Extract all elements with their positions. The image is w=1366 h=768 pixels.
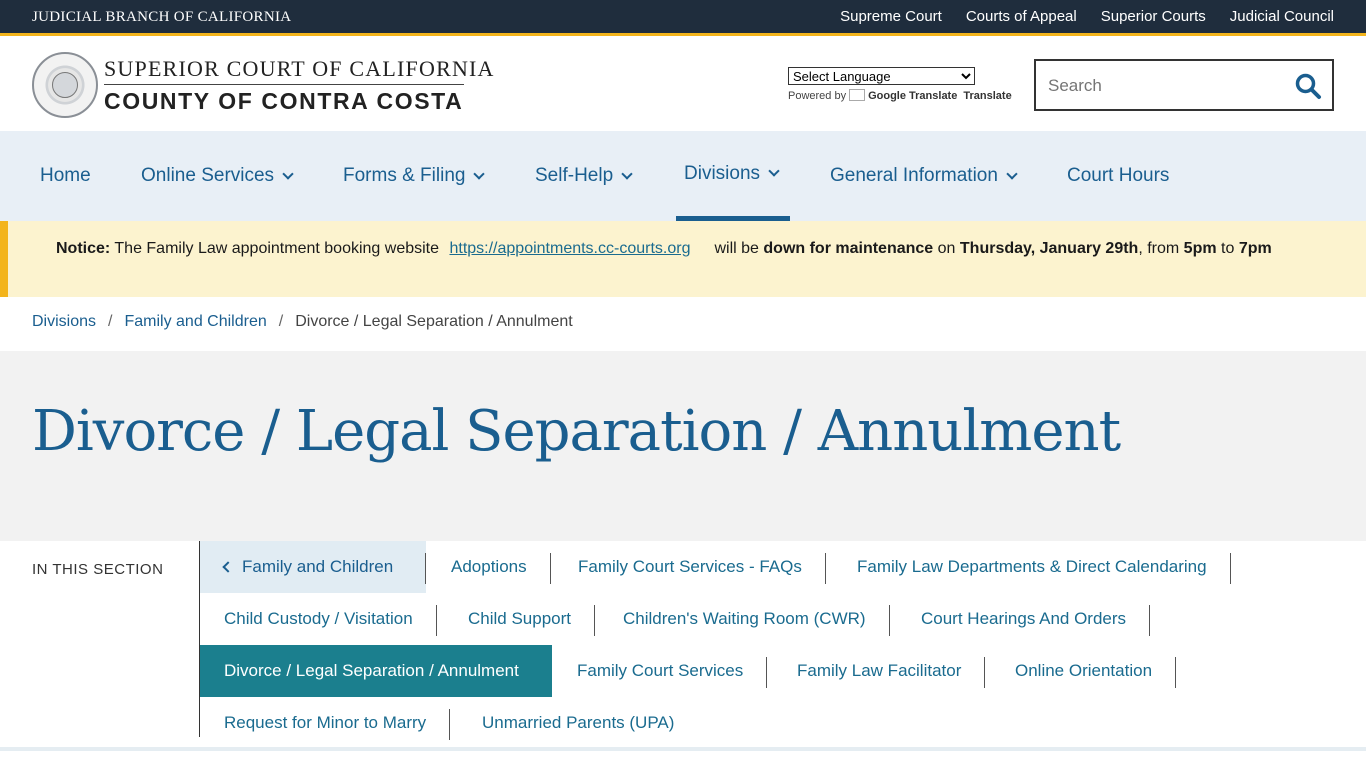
section-back-family-and-children[interactable]: Family and Children — [200, 541, 426, 593]
section-link-adoptions[interactable]: Adoptions — [427, 541, 551, 593]
logo-title-line1[interactable]: Superior Court of California — [104, 56, 495, 82]
section-link-family-law-facilitator[interactable]: Family Law Facilitator — [773, 645, 986, 697]
section-link-childrens-waiting-room[interactable]: Children's Waiting Room (CWR) — [599, 593, 890, 645]
appointments-link[interactable]: https://appointments.cc-courts.org — [449, 240, 690, 257]
breadcrumb-separator: / — [278, 313, 284, 330]
court-seal-logo[interactable] — [32, 52, 98, 118]
chevron-down-icon — [768, 165, 780, 177]
nav-online-services[interactable]: Online Services — [141, 131, 294, 221]
page-title: Divorce / Legal Separation / Annulment — [32, 399, 1121, 464]
top-bar: Judicial Branch of California Supreme Co… — [0, 0, 1366, 36]
language-selector: Select Language — [788, 67, 975, 86]
breadcrumb: Divisions / Family and Children / Divorc… — [32, 313, 573, 331]
top-link-superior-courts[interactable]: Superior Courts — [1101, 8, 1206, 25]
breadcrumb-family-and-children[interactable]: Family and Children — [124, 313, 266, 331]
nav-self-help[interactable]: Self-Help — [535, 131, 633, 221]
nav-divisions[interactable]: Divisions — [676, 131, 790, 221]
section-nav: Family and Children Adoptions Family Cou… — [199, 541, 1339, 740]
section-link-family-law-departments[interactable]: Family Law Departments & Direct Calendar… — [833, 541, 1231, 593]
top-link-supreme-court[interactable]: Supreme Court — [840, 8, 942, 25]
section-link-child-custody[interactable]: Child Custody / Visitation — [200, 593, 437, 645]
site-header: Superior Court of California County of C… — [0, 39, 1366, 131]
section-link-child-support[interactable]: Child Support — [444, 593, 596, 645]
search-input[interactable] — [1048, 73, 1278, 99]
search-box — [1034, 59, 1334, 111]
nav-forms-filing[interactable]: Forms & Filing — [343, 131, 486, 221]
section-link-court-hearings-orders[interactable]: Court Hearings And Orders — [897, 593, 1151, 645]
section-link-fcs-faqs[interactable]: Family Court Services - FAQs — [554, 541, 826, 593]
nav-court-hours[interactable]: Court Hours — [1067, 131, 1169, 221]
translate-label[interactable]: Translate — [963, 90, 1011, 102]
in-this-section-heading: In This Section — [32, 561, 164, 578]
language-select[interactable]: Select Language — [788, 67, 975, 85]
breadcrumb-separator: / — [108, 313, 113, 330]
top-links: Supreme Court Courts of Appeal Superior … — [840, 8, 1334, 25]
bottom-divider — [0, 747, 1366, 751]
breadcrumb-divisions[interactable]: Divisions — [32, 313, 96, 331]
chevron-down-icon — [621, 167, 633, 180]
notice-text: Notice: The Family Law appointment booki… — [56, 240, 1272, 257]
judicial-branch-title: Judicial Branch of California — [32, 9, 292, 25]
google-translate-link[interactable]: Google Translate — [868, 90, 957, 102]
google-translate-credit: Powered by Google Translate Translate — [788, 89, 1012, 102]
section-link-minor-to-marry[interactable]: Request for Minor to Marry — [200, 697, 451, 749]
notice-label: Notice: — [56, 240, 111, 257]
section-link-online-orientation[interactable]: Online Orientation — [991, 645, 1177, 697]
section-link-divorce-current[interactable]: Divorce / Legal Separation / Annulment — [200, 645, 552, 697]
search-icon[interactable] — [1294, 72, 1322, 100]
nav-home[interactable]: Home — [40, 131, 91, 221]
section-link-family-court-services[interactable]: Family Court Services — [553, 645, 768, 697]
powered-by-label: Powered by — [788, 90, 847, 102]
top-link-courts-of-appeal[interactable]: Courts of Appeal — [966, 8, 1077, 25]
logo-title-line2[interactable]: County of Contra Costa — [104, 88, 463, 115]
breadcrumb-current: Divorce / Legal Separation / Annulment — [295, 313, 573, 330]
page-hero: Divorce / Legal Separation / Annulment — [0, 351, 1366, 541]
chevron-left-icon — [222, 561, 234, 573]
google-logo-icon — [849, 89, 866, 101]
main-nav: Home Online Services Forms & Filing Self… — [0, 131, 1366, 221]
section-link-unmarried-parents[interactable]: Unmarried Parents (UPA) — [458, 697, 698, 749]
logo-divider — [104, 84, 464, 85]
chevron-down-icon — [282, 167, 294, 180]
nav-general-information[interactable]: General Information — [830, 131, 1018, 221]
chevron-down-icon — [473, 167, 486, 180]
maintenance-notice: Notice: The Family Law appointment booki… — [0, 221, 1366, 297]
chevron-down-icon — [1006, 167, 1018, 180]
top-link-judicial-council[interactable]: Judicial Council — [1230, 8, 1334, 25]
